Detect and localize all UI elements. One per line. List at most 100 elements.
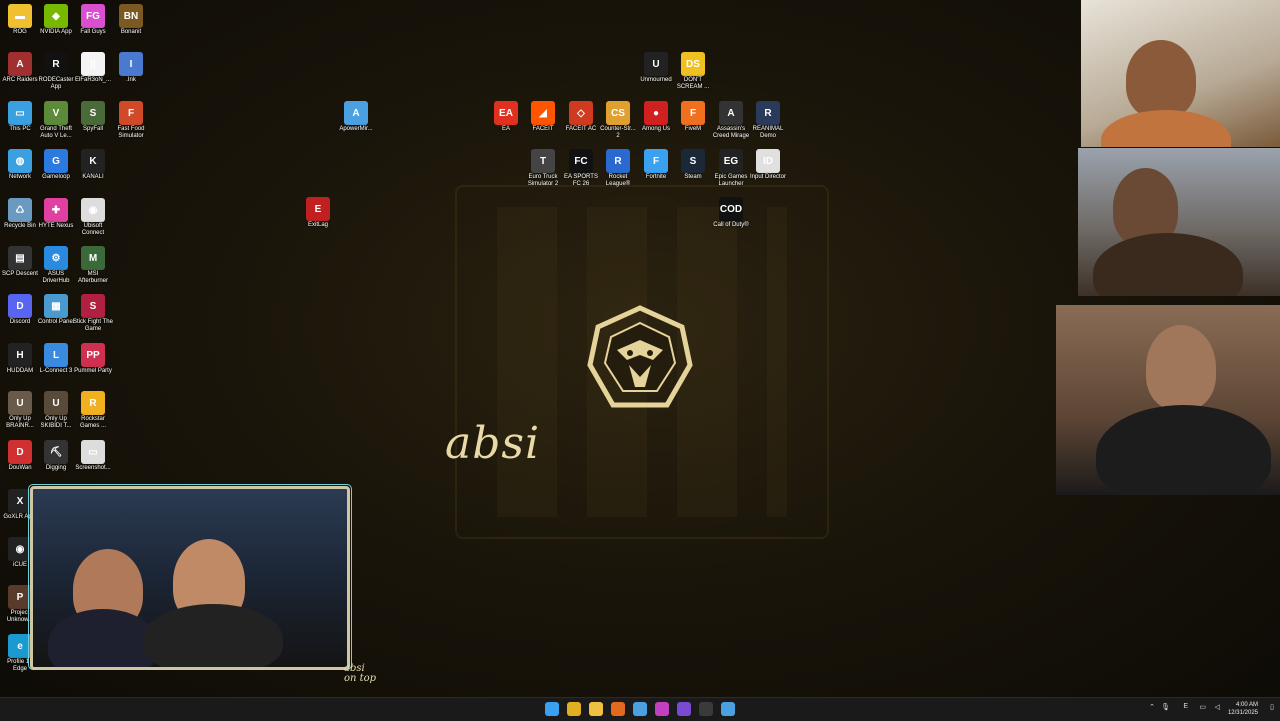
taskbar-app-xbox-icon[interactable] — [699, 702, 713, 716]
faceit-icon: ◢ — [531, 101, 555, 125]
desktop-icon-asus-driverhub[interactable]: ⚙ ASUS DriverHub — [36, 246, 76, 285]
desktop-icon-label: Pummel Party — [74, 368, 112, 374]
steam-icon: S — [681, 149, 705, 173]
desktop-icon-counter-strike-2[interactable]: CS Counter-Str... 2 — [598, 101, 638, 140]
desktop-icon-screenshot[interactable]: ▭ Screenshot... — [73, 440, 113, 472]
desktop-icon-faceit[interactable]: ◢ FACEIT — [523, 101, 563, 133]
bonanit-icon: BN — [119, 4, 143, 28]
microphone-icon[interactable]: 🎙 — [1161, 703, 1170, 711]
desktop-icon-this-pc[interactable]: ▭ This PC — [0, 101, 40, 133]
desktop-icon-epic-games-launcher[interactable]: EG Epic Games Launcher — [711, 149, 751, 188]
desktop-icon-label: FACEIT AC — [565, 126, 597, 132]
ea-sports-fc-26-icon: FC — [569, 149, 593, 173]
faceit-ac-icon: ◇ — [569, 101, 593, 125]
chevron-up-icon[interactable]: ⌃ — [1149, 703, 1155, 711]
desktop-icon-gameloop[interactable]: G Gameloop — [36, 149, 76, 181]
desktop-icon-control-panel[interactable]: ▦ Control Panel — [36, 294, 76, 326]
desktop-icon-label: Assassin's Creed Mirage — [712, 126, 750, 139]
desktop-icon-call-of-duty[interactable]: COD Call of Duty® — [711, 197, 751, 229]
desktop-icon-l-connect-3[interactable]: L L-Connect 3 — [36, 343, 76, 375]
desktop-icon-rockstar-games[interactable]: R Rockstar Games ... — [73, 391, 113, 430]
arc-raiders-icon: A — [8, 52, 32, 76]
desktop-icon-scp-descent[interactable]: ▤ SCP Descent — [0, 246, 40, 278]
desktop-icon-kanali[interactable]: K KANALI — [73, 149, 113, 181]
desktop-icon-only-up-skibidi[interactable]: U Only Up SKIBIDI T... — [36, 391, 76, 430]
desktop-icon-stick-fight[interactable]: S Stick Fight The Game — [73, 294, 113, 333]
desktop-icon-fortnite[interactable]: F Fortnite — [636, 149, 676, 181]
desktop-icon-huddam[interactable]: H HUDDAM — [0, 343, 40, 375]
desktop-icon-rog[interactable]: ▬ ROG — [0, 4, 40, 36]
epic-games-launcher-icon: EG — [719, 149, 743, 173]
desktop-icon-digging[interactable]: ⛏ Digging — [36, 440, 76, 472]
taskbar-app-orange-icon[interactable] — [611, 702, 625, 716]
desktop-icon-input-director[interactable]: ID Input Director — [748, 149, 788, 181]
desktop-icon-reanimal-demo[interactable]: R REANIMAL Demo — [748, 101, 788, 140]
taskbar-app-x-icon[interactable] — [655, 702, 669, 716]
volume-icon[interactable]: ◁ — [1215, 703, 1220, 711]
desktop-icon-network[interactable]: ◍ Network — [0, 149, 40, 181]
desktop-icon-label: Rocket League® — [605, 174, 631, 187]
desktop-icon-discord[interactable]: D Discord — [0, 294, 40, 326]
desktop-icon-steam[interactable]: S Steam — [673, 149, 713, 181]
desktop-icon-label: ElFaR3oN_... — [74, 77, 111, 83]
among-us-icon: ● — [644, 101, 668, 125]
desktop-icon-ea[interactable]: EA EA — [486, 101, 526, 133]
taskbar-app-obs-icon[interactable] — [677, 702, 691, 716]
desktop-icon-label: Counter-Str... 2 — [600, 126, 636, 139]
desktop-icon-rodecaster-app[interactable]: R RODECaster App — [36, 52, 76, 91]
digging-icon: ⛏ — [44, 440, 68, 464]
nvidia-app-icon: ◆ — [44, 4, 68, 28]
desktop-icon-label: Among Us — [641, 126, 670, 132]
desktop-icon-apowermirror[interactable]: A ApowerMir... — [336, 101, 376, 133]
desktop-icon-only-up-brain[interactable]: U Only Up BRAINR... — [0, 391, 40, 430]
desktop-icon-label: Bonanit — [120, 29, 142, 35]
desktop-icon-douwan[interactable]: D DouWan — [0, 440, 40, 472]
desktop-icon-fall-guys[interactable]: FG Fall Guys — [73, 4, 113, 36]
desktop-icon-ea-sports-fc-26[interactable]: FC EA SPORTS FC 26 — [561, 149, 601, 188]
desktop-icon-recycle-bin[interactable]: ♺ Recycle Bin — [0, 198, 40, 230]
desktop-icon-label: Only Up SKIBIDI T... — [40, 416, 72, 429]
desktop-icon-spyfall[interactable]: S SpyFall — [73, 101, 113, 133]
desktop-icon-euro-truck-simulator-2[interactable]: T Euro Truck Simulator 2 — [523, 149, 563, 188]
notification-icon[interactable]: ▯ — [1270, 703, 1274, 711]
desktop-icon-rocket-league[interactable]: R Rocket League® — [598, 149, 638, 188]
desktop-icon-exitlag[interactable]: E ExitLag — [298, 197, 338, 229]
huddam-icon: H — [8, 343, 32, 367]
desktop-icon-pummel-party[interactable]: PP Pummel Party — [73, 343, 113, 375]
desktop-icon-among-us[interactable]: ● Among Us — [636, 101, 676, 133]
desktop-icon-unmourned[interactable]: U Unmourned — [636, 52, 676, 84]
stick-fight-icon: S — [81, 294, 105, 318]
system-clock[interactable]: 4:00 AM 12/31/2025 — [1228, 701, 1258, 717]
taskbar-app-steam-icon[interactable] — [721, 702, 735, 716]
taskbar-app-blue-icon[interactable] — [633, 702, 647, 716]
rocket-league-icon: R — [606, 149, 630, 173]
desktop-icon-fast-food-simulator[interactable]: F Fast Food Simulator — [111, 101, 151, 140]
taskbar-chrome-icon[interactable] — [567, 702, 581, 716]
taskbar-start-icon[interactable] — [545, 702, 559, 716]
desktop-icon-hyte-nexus[interactable]: ✚ HYTE Nexus — [36, 198, 76, 230]
desktop-icon-elfar3on[interactable]: ▯ ElFaR3oN_... — [73, 52, 113, 84]
desktop-icon-assassins-creed-mirage[interactable]: A Assassin's Creed Mirage — [711, 101, 751, 140]
desktop-icon-nvidia-app[interactable]: ◆ NVIDIA App — [36, 4, 76, 36]
desktop-icon-label: ROG — [13, 29, 27, 35]
display-icon[interactable]: ▭ — [1199, 703, 1206, 711]
desktop-icon-gta-v[interactable]: V Grand Theft Auto V Le... — [36, 101, 76, 140]
desktop-icon-label: SpyFall — [82, 126, 103, 132]
desktop-icon-label: Call of Duty® — [713, 222, 749, 228]
taskbar: ⌃ 🎙 E ▭ ◁ 4:00 AM 12/31/2025 ▯ — [0, 697, 1280, 721]
taskbar-file-explorer-icon[interactable] — [589, 702, 603, 716]
desktop-icon-ink[interactable]: I .Ink — [111, 52, 151, 84]
language-icon[interactable]: E — [1183, 703, 1188, 710]
desktop-icon-fivem[interactable]: F FiveM — [673, 101, 713, 133]
desktop-icon-bonanit[interactable]: BN Bonanit — [111, 4, 151, 36]
desktop-icon-ubisoft-connect[interactable]: ◉ Ubisoft Connect — [73, 198, 113, 237]
apowermirror-icon: A — [344, 101, 368, 125]
discord-icon: D — [8, 294, 32, 318]
desktop-icon-faceit-ac[interactable]: ◇ FACEIT AC — [561, 101, 601, 133]
desktop-icon-arc-raiders[interactable]: A ARC Raiders — [0, 52, 40, 84]
desktop-icon-label: Fast Food Simulator — [117, 126, 145, 139]
desktop-icon-msi-afterburner[interactable]: M MSI Afterburner — [73, 246, 113, 285]
euro-truck-simulator-2-icon: T — [531, 149, 555, 173]
desktop-icon-dont-scream[interactable]: DS DON'T SCREAM ... — [673, 52, 713, 91]
fivem-icon: F — [681, 101, 705, 125]
